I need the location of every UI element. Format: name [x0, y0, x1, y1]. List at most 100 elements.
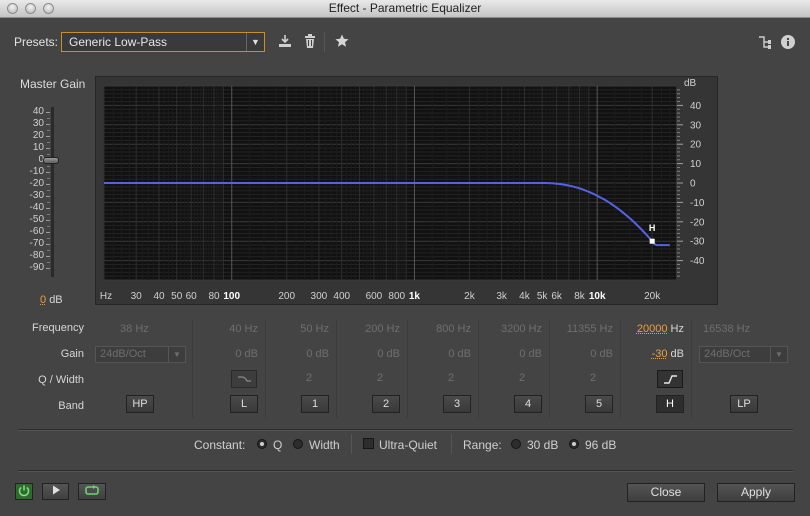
master-gain-tick-label: -90	[29, 262, 44, 273]
band-gain-1[interactable]: 0 dB	[306, 348, 329, 360]
band-q-value[interactable]: 2	[590, 372, 596, 384]
band-q-value[interactable]: 2	[519, 372, 525, 384]
low-shelf-icon	[238, 376, 251, 382]
band-button-2[interactable]: 2	[372, 395, 400, 413]
band-column-divider	[478, 320, 479, 418]
loop-icon[interactable]	[78, 483, 106, 500]
master-gain-slider[interactable]	[43, 157, 59, 164]
ultra-quiet-checkbox[interactable]	[363, 438, 374, 449]
master-gain-tick-label: -30	[29, 190, 44, 201]
master-gain-tick-label: -80	[29, 250, 44, 261]
options-divider	[451, 434, 452, 454]
db-tick-label: -30	[690, 237, 705, 248]
band-button-1[interactable]: 1	[301, 395, 329, 413]
master-gain-value[interactable]: 0	[40, 294, 46, 306]
close-button[interactable]: Close	[627, 483, 705, 502]
band-column-divider	[407, 320, 408, 418]
band-frequency-value: 50	[300, 323, 313, 335]
hp-frequency[interactable]: 38 Hz	[120, 323, 149, 335]
lp-frequency-unit: Hz	[736, 323, 751, 335]
apply-button[interactable]: Apply	[717, 483, 795, 502]
band-frequency-2[interactable]: 200 Hz	[365, 323, 400, 335]
band-frequency-unit: Hz	[528, 323, 542, 335]
band-gain-unit: dB	[528, 348, 542, 360]
band-gain-value: 0	[448, 348, 455, 360]
constant-width-radio[interactable]	[293, 439, 303, 449]
frequency-tick-label: 20k	[644, 291, 661, 302]
options-divider	[351, 434, 352, 454]
eq-graph[interactable]: dB 40 30 20 10 0 -10 -20 -30 -40 Hz 30 40 50 60 80 100 20…	[95, 76, 718, 305]
band-q-value[interactable]: 2	[377, 372, 383, 384]
master-gain-tick	[46, 196, 50, 197]
low-shelf-shape-button[interactable]	[231, 370, 257, 388]
title-bar: Effect - Parametric Equalizer	[0, 0, 810, 18]
h-band-handle-label: H	[649, 223, 656, 233]
hp-slope-dropdown[interactable]: 24dB/Oct ▼	[95, 346, 186, 363]
band-row-label: Band	[58, 400, 84, 412]
band-gain-h[interactable]: -30 dB	[652, 348, 684, 360]
presets-dropdown[interactable]: Generic Low-Pass ▼	[61, 32, 265, 52]
star-icon[interactable]	[333, 33, 351, 51]
band-frequency-h[interactable]: 20000 Hz	[637, 323, 684, 335]
frequency-tick-label: 80	[208, 291, 220, 302]
frequency-tick-label: 1k	[409, 291, 421, 302]
lp-slope-dropdown[interactable]: 24dB/Oct ▼	[699, 346, 788, 363]
band-button-l[interactable]: L	[230, 395, 258, 413]
band-frequency-value: 200	[365, 323, 384, 335]
db-tick-label: 10	[690, 159, 702, 170]
db-tick-label: 40	[690, 101, 702, 112]
band-button-5[interactable]: 5	[585, 395, 613, 413]
master-gain-tick	[46, 268, 50, 269]
band-column-divider	[549, 320, 550, 418]
band-frequency-3[interactable]: 800 Hz	[436, 323, 471, 335]
band-frequency-4[interactable]: 3200 Hz	[501, 323, 542, 335]
download-icon[interactable]	[276, 33, 294, 51]
band-frequency-5[interactable]: 11355 Hz	[567, 323, 613, 335]
h-band-handle[interactable]	[649, 238, 655, 244]
band-gain-4[interactable]: 0 dB	[519, 348, 542, 360]
hp-slope-value: 24dB/Oct	[100, 348, 146, 360]
trash-icon[interactable]	[301, 33, 319, 51]
chevron-down-icon: ▼	[168, 347, 185, 362]
range-30-label: 30 dB	[527, 438, 559, 452]
range-label: Range:	[463, 438, 502, 452]
ultra-quiet-label: Ultra-Quiet	[379, 438, 438, 452]
band-button-4[interactable]: 4	[514, 395, 542, 413]
power-icon[interactable]	[15, 483, 33, 500]
db-tick-label: -20	[690, 217, 705, 228]
master-gain-tick-label: 40	[32, 106, 44, 117]
band-frequency-1[interactable]: 50 Hz	[300, 323, 329, 335]
frequency-tick-label: 6k	[551, 291, 563, 302]
band-q-value[interactable]: 2	[306, 372, 312, 384]
band-frequency-unit: Hz	[599, 323, 613, 335]
db-tick-label: -10	[690, 198, 705, 209]
band-frequency-unit: Hz	[244, 323, 258, 335]
info-icon[interactable]	[780, 34, 796, 50]
band-frequency-value: 11355	[566, 323, 597, 335]
band-button-hp[interactable]: HP	[126, 395, 154, 413]
band-frequency-l[interactable]: 40 Hz	[229, 323, 258, 335]
high-shelf-shape-button[interactable]	[657, 370, 683, 388]
band-gain-l[interactable]: 0 dB	[235, 348, 258, 360]
band-gain-2[interactable]: 0 dB	[377, 348, 400, 360]
range-30-radio[interactable]	[511, 439, 521, 449]
band-frequency-unit: Hz	[315, 323, 329, 335]
band-q-value[interactable]: 2	[448, 372, 454, 384]
lp-frequency[interactable]: 16538 Hz	[703, 323, 750, 335]
master-gain-tick-label: 10	[32, 142, 44, 153]
master-gain-tick-label: 30	[32, 118, 44, 129]
master-gain-minor-tick	[47, 202, 50, 203]
band-gain-5[interactable]: 0 dB	[590, 348, 613, 360]
constant-q-label: Q	[273, 438, 283, 452]
play-icon[interactable]	[42, 483, 69, 500]
eq-graph-svg[interactable]: dB403020100-10-20-30-40Hz 30 40 50 60 80 100 20…	[96, 77, 717, 304]
range-96-radio[interactable]	[569, 439, 579, 449]
band-column-divider	[691, 320, 692, 418]
hp-frequency-unit: Hz	[135, 323, 149, 335]
band-button-h[interactable]: H	[656, 395, 684, 413]
constant-q-radio[interactable]	[257, 439, 267, 449]
band-button-3[interactable]: 3	[443, 395, 471, 413]
band-button-lp[interactable]: LP	[730, 395, 758, 413]
routing-icon[interactable]	[757, 34, 773, 50]
band-gain-3[interactable]: 0 dB	[448, 348, 471, 360]
